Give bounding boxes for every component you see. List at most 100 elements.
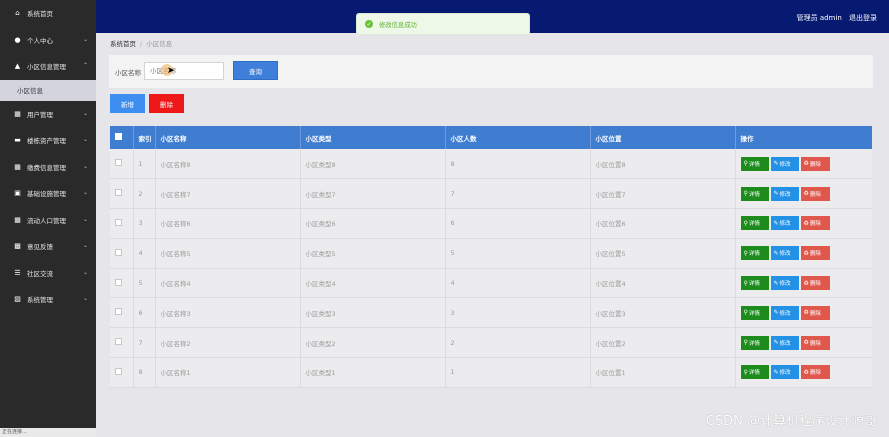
search-button[interactable]: 查询 (233, 61, 278, 80)
sidebar-subitem-community-info[interactable]: 小区信息 (0, 79, 96, 101)
sidebar-item-system[interactable]: ▨ 系统管理 ⌄ (0, 286, 96, 313)
sidebar-item-personal[interactable]: ● 个人中心 ⌄ (0, 27, 96, 54)
cell-count: 7 (445, 178, 591, 210)
search-icon: ⚲ (743, 219, 748, 227)
remove-button[interactable]: ♻ 删除 (800, 246, 830, 261)
remove-label: 删除 (809, 340, 821, 347)
table-header-row: 索引 小区名称 小区类型 小区人数 小区位置 操作 (110, 126, 872, 149)
search-input[interactable] (144, 62, 224, 80)
delete-button[interactable]: 删除 (149, 94, 184, 113)
search-icon: ⚲ (743, 160, 748, 168)
edit-icon: ✎ (773, 339, 779, 347)
add-button[interactable]: 新增 (110, 94, 145, 113)
sidebar-item-community[interactable]: ▲ 小区信息管理 ⌃ (0, 53, 96, 80)
edit-button[interactable]: ✎ 修改 (770, 246, 799, 261)
detail-button[interactable]: ⚲ 详情 (740, 276, 769, 291)
sidebar-item-label: 意见反馈 (27, 243, 53, 252)
cell-index: 5 (133, 268, 156, 299)
sidebar-item-building[interactable]: ▬ 楼栋资产管理 ⌄ (0, 127, 96, 154)
sidebar-item-users[interactable]: ▦ 用户管理 ⌄ (0, 101, 96, 128)
logout-link[interactable]: 退出登录 (849, 14, 877, 22)
edit-button[interactable]: ✎ 修改 (770, 335, 799, 350)
edit-icon: ✎ (773, 279, 779, 287)
table-row: 5 小区名称4 小区类型4 4 小区位置4 ⚲ 详情 ✎ 修改 ♻ 删除 (110, 268, 872, 299)
sidebar-item-payment[interactable]: ▦ 缴费信息管理 ⌄ (0, 154, 96, 181)
sidebar-item-community-forum[interactable]: ☰ 社区交流 ⌄ (0, 260, 96, 287)
edit-button[interactable]: ✎ 修改 (770, 365, 799, 380)
sidebar-item-infrastructure[interactable]: ▣ 基础设施管理 ⌄ (0, 180, 96, 207)
edit-button[interactable]: ✎ 修改 (770, 305, 799, 320)
sidebar-item-home[interactable]: ⌂ 系统首页 (0, 0, 96, 27)
row-checkbox-cell[interactable] (110, 208, 134, 239)
remove-button[interactable]: ♻ 删除 (800, 186, 830, 201)
edit-button[interactable]: ✎ 修改 (770, 276, 799, 291)
chevron-down-icon: ⌄ (82, 35, 88, 43)
remove-button[interactable]: ♻ 删除 (800, 335, 830, 350)
row-checkbox-cell[interactable] (110, 327, 134, 359)
cell-index: 8 (133, 357, 156, 388)
trash-icon: ♻ (803, 309, 809, 317)
row-checkbox-cell[interactable] (110, 297, 134, 329)
cell-count: 1 (445, 357, 591, 388)
cell-type: 小区类型7 (300, 178, 446, 210)
row-checkbox[interactable] (115, 367, 122, 375)
row-checkbox[interactable] (115, 248, 122, 256)
row-checkbox-cell[interactable] (110, 268, 134, 299)
remove-button[interactable]: ♻ 删除 (800, 305, 830, 320)
detail-button[interactable]: ⚲ 详情 (740, 216, 769, 231)
edit-button[interactable]: ✎ 修改 (770, 186, 799, 201)
detail-button[interactable]: ⚲ 详情 (740, 156, 769, 171)
row-checkbox[interactable] (115, 278, 122, 286)
remove-label: 删除 (809, 310, 821, 317)
cell-location: 小区位置6 (590, 208, 736, 239)
cell-type: 小区类型6 (300, 208, 446, 239)
detail-button[interactable]: ⚲ 详情 (740, 305, 769, 320)
cell-index: 2 (133, 178, 156, 210)
edit-icon: ✎ (773, 190, 779, 198)
row-checkbox-cell[interactable] (110, 238, 134, 269)
chevron-down-icon: ⌄ (82, 162, 88, 170)
data-table: 索引 小区名称 小区类型 小区人数 小区位置 操作 1 小区名称8 小区类型8 8 小区… (110, 126, 872, 388)
check-circle-icon: ✓ (365, 20, 373, 28)
home-icon: ⌂ (15, 9, 20, 18)
row-checkbox[interactable] (115, 159, 122, 167)
row-checkbox[interactable] (115, 338, 122, 346)
detail-button[interactable]: ⚲ 详情 (740, 246, 769, 261)
remove-button[interactable]: ♻ 删除 (800, 216, 830, 231)
monitor-icon: ▬ (14, 136, 21, 145)
trash-icon: ♻ (803, 190, 809, 198)
breadcrumb-home[interactable]: 系统首页 (110, 40, 136, 48)
select-all-checkbox[interactable] (115, 133, 122, 140)
chevron-down-icon: ⌄ (82, 268, 88, 276)
row-checkbox[interactable] (115, 308, 122, 316)
remove-label: 删除 (809, 161, 821, 168)
detail-label: 详情 (748, 161, 760, 168)
row-checkbox[interactable] (115, 189, 122, 197)
sidebar-item-label: 用户管理 (27, 110, 53, 119)
search-label: 小区名称 (115, 69, 141, 77)
table-row: 1 小区名称8 小区类型8 8 小区位置8 ⚲ 详情 ✎ 修改 ♻ 删除 (110, 149, 872, 180)
detail-button[interactable]: ⚲ 详情 (740, 365, 769, 380)
chevron-down-icon: ⌄ (82, 215, 88, 223)
sidebar-item-label: 基础设施管理 (27, 190, 66, 199)
cell-count: 4 (445, 268, 591, 299)
cell-type: 小区类型2 (300, 327, 446, 359)
sidebar-item-feedback[interactable]: ▩ 意见反馈 ⌄ (0, 233, 96, 260)
edit-button[interactable]: ✎ 修改 (770, 156, 799, 171)
select-all-checkbox-cell[interactable] (110, 126, 134, 149)
thumb-icon: ▲ (14, 62, 21, 71)
search-icon: ⚲ (743, 368, 748, 376)
row-checkbox[interactable] (115, 218, 122, 226)
detail-button[interactable]: ⚲ 详情 (740, 186, 769, 201)
edit-button[interactable]: ✎ 修改 (770, 216, 799, 231)
row-checkbox-cell[interactable] (110, 149, 134, 180)
remove-button[interactable]: ♻ 删除 (800, 365, 830, 380)
row-checkbox-cell[interactable] (110, 357, 134, 388)
cell-index: 3 (133, 208, 156, 239)
remove-button[interactable]: ♻ 删除 (800, 276, 830, 291)
row-checkbox-cell[interactable] (110, 178, 134, 210)
user-label: 管理员 admin (796, 14, 842, 22)
sidebar-item-floating-population[interactable]: ▦ 流动人口管理 ⌄ (0, 207, 96, 234)
detail-button[interactable]: ⚲ 详情 (740, 335, 769, 350)
remove-button[interactable]: ♻ 删除 (800, 156, 830, 171)
